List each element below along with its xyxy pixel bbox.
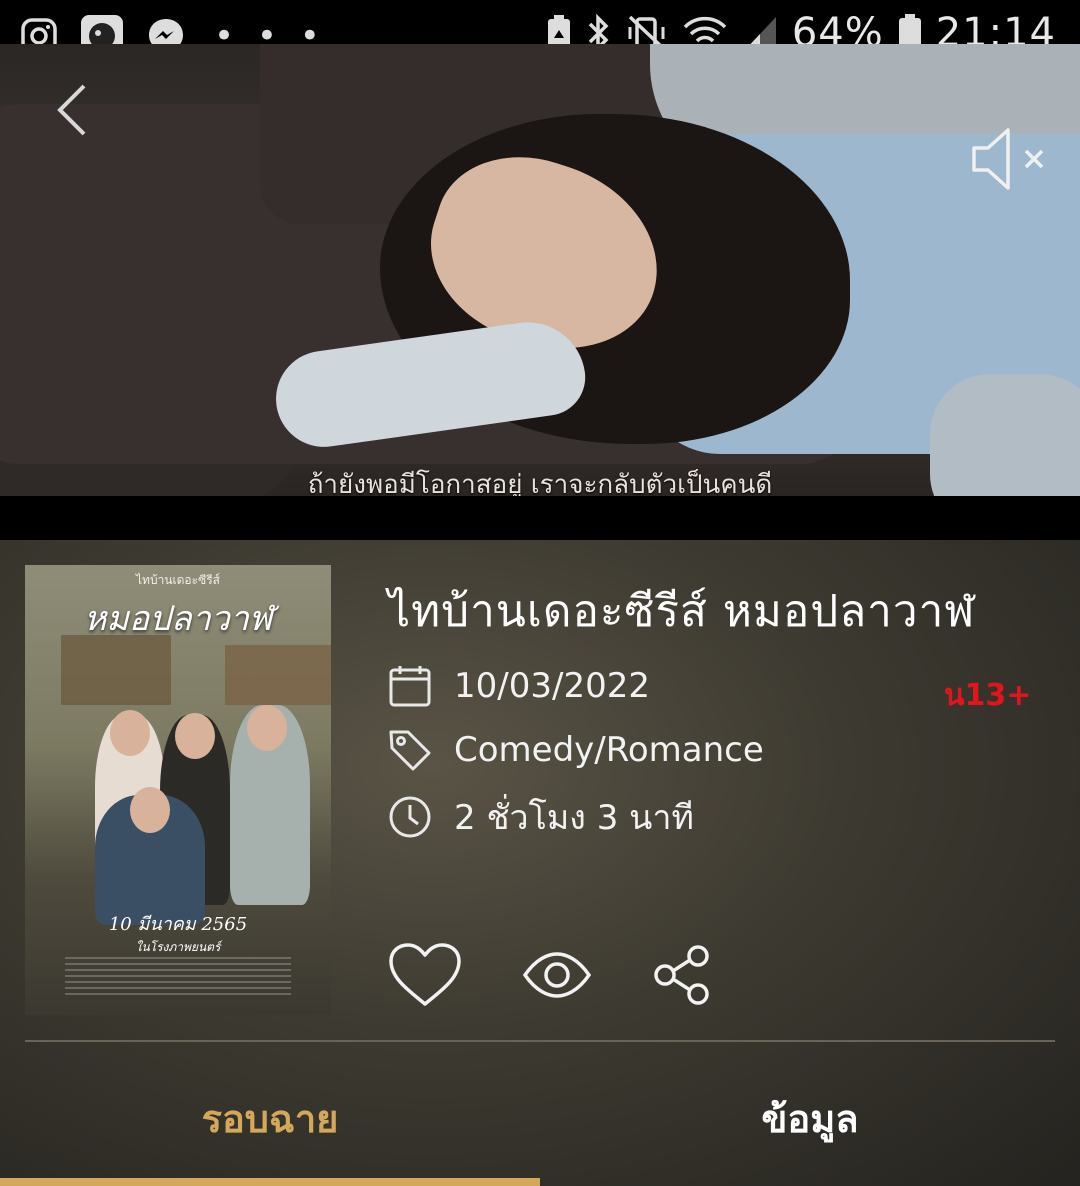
tab-showtimes[interactable]: รอบฉาย bbox=[0, 1088, 540, 1149]
poster-credits bbox=[65, 957, 291, 997]
clock-icon bbox=[389, 796, 431, 838]
poster-title: หมอปลาวาฬ bbox=[83, 599, 273, 639]
speaker-muted-icon[interactable] bbox=[970, 126, 1048, 192]
tag-icon bbox=[389, 730, 431, 771]
age-rating-badge: น13+ bbox=[944, 678, 1032, 713]
calendar-icon bbox=[389, 666, 431, 707]
release-date-row: 10/03/2022 bbox=[388, 664, 650, 708]
movie-info-panel: ไทบ้านเดอะซีรีส์ หมอปลาวาฬ 10 มีนาคม 256… bbox=[0, 540, 1080, 1186]
tab-active-indicator bbox=[0, 1178, 540, 1186]
share-icon[interactable] bbox=[652, 944, 712, 1006]
heart-icon[interactable] bbox=[388, 942, 462, 1008]
action-bar bbox=[388, 942, 712, 1008]
video-subtitle: ถ้ายังพอมีโอกาสอยู่ เราจะกลับตัวเป็นคนดี bbox=[307, 470, 773, 496]
eye-icon[interactable] bbox=[522, 951, 592, 999]
tab-info[interactable]: ข้อมูล bbox=[540, 1088, 1080, 1149]
trailer-video[interactable]: ถ้ายังพอมีโอกาสอยู่ เราจะกลับตัวเป็นคนดี bbox=[0, 44, 1080, 496]
genre-row: Comedy/Romance bbox=[388, 728, 764, 772]
poster-series-label: ไทบ้านเดอะซีรีส์ bbox=[136, 573, 220, 587]
release-date: 10/03/2022 bbox=[454, 666, 650, 706]
divider bbox=[25, 1040, 1055, 1042]
movie-title: ไทบ้านเดอะซีรีส์ หมอปลาวาฬ bbox=[388, 586, 976, 637]
movie-poster: ไทบ้านเดอะซีรีส์ หมอปลาวาฬ 10 มีนาคม 256… bbox=[25, 565, 331, 1015]
back-chevron-icon[interactable] bbox=[52, 82, 92, 138]
duration-row: 2 ชั่วโมง 3 นาที bbox=[388, 790, 694, 844]
poster-release-date: 10 มีนาคม 2565 ในโรงภาพยนตร์ bbox=[108, 914, 248, 954]
duration: 2 ชั่วโมง 3 นาที bbox=[454, 798, 694, 838]
genre: Comedy/Romance bbox=[454, 730, 764, 770]
